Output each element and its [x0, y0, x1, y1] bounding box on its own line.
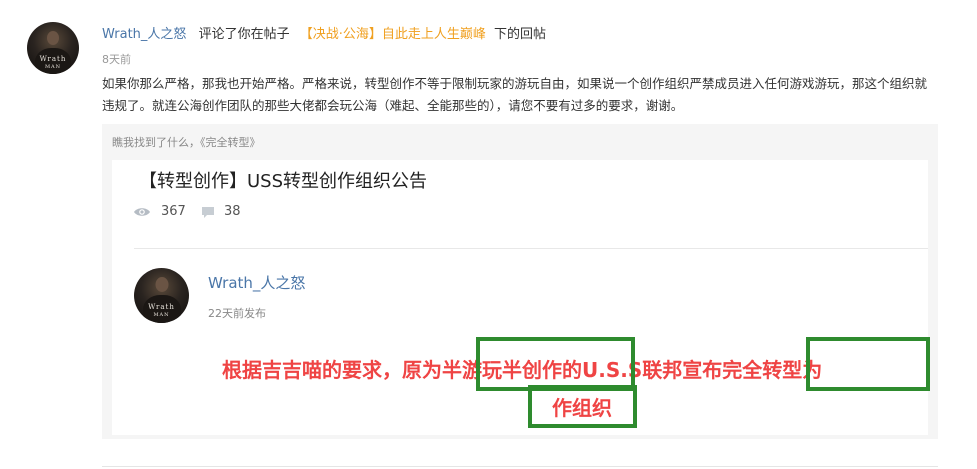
- post-title-link[interactable]: 【决战·公海】自此走上人生巅峰: [300, 27, 486, 42]
- notification-line: Wrath_人之怒 评论了你在帖子 【决战·公海】自此走上人生巅峰 下的回帖: [102, 23, 546, 42]
- comment-icon: [202, 207, 214, 218]
- avatar-text-top: Wrath: [39, 55, 67, 63]
- notification-time: 8天前: [102, 53, 131, 66]
- avatar-text-top: Wrath: [148, 303, 175, 311]
- avatar-head: [155, 277, 168, 292]
- quoted-post-card[interactable]: [112, 160, 928, 435]
- action-text: 评论了你在帖子: [198, 27, 290, 42]
- comment-content: 如果你那么严格，那我也开始严格。严格来说，转型创作不等于限制玩家的游玩自由，如果…: [102, 76, 928, 113]
- bottom-divider: [102, 466, 938, 467]
- eye-icon: [134, 208, 150, 216]
- card-title[interactable]: 【转型创作】USS转型创作组织公告: [139, 167, 427, 193]
- highlight-box: [528, 385, 637, 428]
- highlight-box: [476, 337, 635, 391]
- card-divider: [134, 248, 928, 249]
- comments-count: 38: [224, 204, 241, 219]
- user-avatar[interactable]: Wrath MAN: [27, 22, 79, 74]
- avatar-text-bottom: MAN: [153, 312, 170, 318]
- quote-hint: 瞧我找到了什么，《完全转型》: [112, 136, 261, 149]
- highlight-box: [806, 337, 930, 391]
- card-author-avatar[interactable]: Wrath MAN: [134, 268, 189, 323]
- username-link[interactable]: Wrath_人之怒: [102, 27, 186, 42]
- suffix-text: 下的回帖: [494, 27, 547, 42]
- card-publish-time: 22天前发布: [208, 307, 266, 320]
- avatar-head: [47, 31, 59, 45]
- avatar-text-bottom: MAN: [44, 64, 62, 70]
- card-author-name[interactable]: Wrath_人之怒: [208, 272, 305, 293]
- views-count: 367: [161, 204, 186, 219]
